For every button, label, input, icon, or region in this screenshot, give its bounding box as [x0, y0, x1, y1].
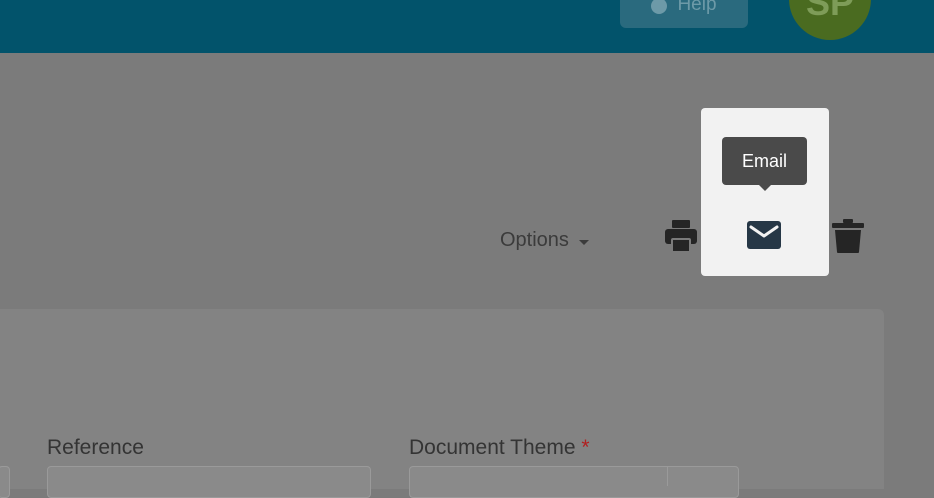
- form-panel: [0, 309, 884, 489]
- avatar-initials: SP: [805, 0, 855, 23]
- email-tooltip-label: Email: [741, 150, 787, 171]
- help-icon: [651, 0, 668, 14]
- trash-icon[interactable]: [831, 218, 865, 254]
- email-icon[interactable]: [746, 219, 782, 251]
- reference-label-text: Reference: [47, 436, 144, 459]
- reference-label: Reference: [47, 436, 144, 460]
- options-label: Options: [500, 229, 569, 251]
- tooltip-arrow: [759, 185, 771, 191]
- document-theme-select[interactable]: [409, 466, 739, 498]
- help-label: Help: [677, 0, 717, 15]
- document-theme-label: Document Theme *: [409, 436, 590, 460]
- caret-down-icon: [578, 240, 589, 245]
- email-tooltip: Email: [722, 137, 807, 185]
- options-dropdown[interactable]: Options: [500, 229, 589, 252]
- select-divider: [667, 466, 668, 486]
- required-marker: *: [581, 436, 590, 459]
- left-input-edge[interactable]: [0, 466, 10, 498]
- top-navigation-bar: Help SP: [0, 0, 934, 53]
- reference-input[interactable]: [47, 466, 371, 498]
- help-button[interactable]: Help: [620, 0, 748, 28]
- document-theme-label-text: Document Theme: [409, 436, 576, 459]
- print-icon[interactable]: [663, 218, 699, 254]
- user-avatar[interactable]: SP: [789, 0, 871, 40]
